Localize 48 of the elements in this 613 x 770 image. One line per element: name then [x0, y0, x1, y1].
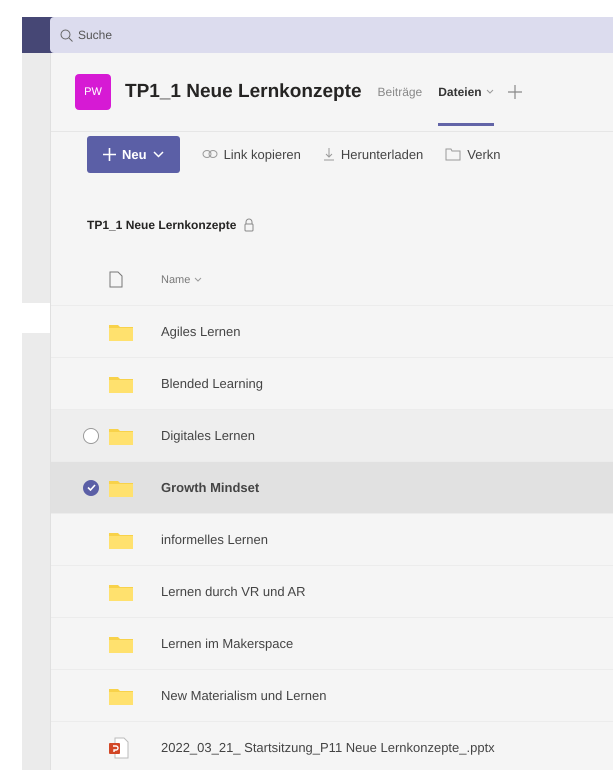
file-row[interactable]: 2022_03_21_ Startsitzung_P11 Neue Lernkonzepte_.pptx	[51, 722, 613, 770]
name-column-header[interactable]: Name	[161, 274, 202, 286]
file-name: Blended Learning	[161, 376, 263, 391]
chevron-down-icon	[152, 150, 164, 158]
file-name: Lernen im Makerspace	[161, 636, 294, 651]
folder-icon	[109, 374, 133, 392]
file-name: New Materialism und Lernen	[161, 688, 326, 703]
add-tab-icon[interactable]	[508, 85, 522, 99]
file-name: informelles Lernen	[161, 532, 268, 547]
team-avatar: PW	[75, 74, 111, 110]
folder-icon	[109, 426, 133, 444]
download-icon	[322, 147, 335, 161]
file-row[interactable]: informelles Lernen	[51, 514, 613, 566]
file-name: Digitales Lernen	[161, 428, 255, 443]
folder-icon	[109, 322, 133, 340]
folder-icon	[109, 634, 133, 652]
row-checkbox[interactable]	[83, 480, 99, 496]
tab[interactable]: Dateien	[438, 58, 494, 126]
file-row[interactable]: New Materialism und Lernen	[51, 670, 613, 722]
file-row[interactable]: Agiles Lernen	[51, 306, 613, 358]
file-name: Growth Mindset	[161, 480, 260, 495]
plus-icon	[103, 148, 116, 160]
toolbar-action[interactable]: Link kopieren	[202, 146, 301, 162]
folder-icon	[109, 478, 133, 496]
new-button[interactable]: Neu	[87, 136, 180, 172]
link-icon	[202, 149, 218, 159]
search-icon	[60, 29, 73, 42]
file-type-icon	[109, 271, 123, 288]
breadcrumb[interactable]: TP1_1 Neue Lernkonzepte	[87, 218, 236, 232]
row-checkbox[interactable]	[83, 428, 99, 444]
file-name: 2022_03_21_ Startsitzung_P11 Neue Lernkonzepte_.pptx	[161, 740, 495, 755]
presentation-file-icon	[109, 736, 129, 758]
search-field[interactable]: Suche	[50, 17, 613, 53]
folder-link-icon	[445, 147, 462, 161]
folder-icon	[109, 582, 133, 600]
toolbar-action[interactable]: Verkn	[445, 146, 501, 162]
folder-icon	[109, 530, 133, 548]
team-name: TP1_1 Neue Lernkonzepte	[125, 81, 362, 103]
toolbar-action[interactable]: Herunterladen	[322, 146, 424, 162]
file-row[interactable]: Digitales Lernen	[51, 410, 613, 462]
chevron-down-icon	[194, 277, 202, 282]
check-icon	[86, 484, 96, 491]
file-row[interactable]: Growth Mindset	[51, 462, 613, 514]
file-name: Lernen durch VR und AR	[161, 584, 306, 599]
file-row[interactable]: Lernen durch VR und AR	[51, 566, 613, 618]
folder-icon	[109, 686, 133, 704]
file-name: Agiles Lernen	[161, 324, 240, 339]
file-row[interactable]: Lernen im Makerspace	[51, 618, 613, 670]
